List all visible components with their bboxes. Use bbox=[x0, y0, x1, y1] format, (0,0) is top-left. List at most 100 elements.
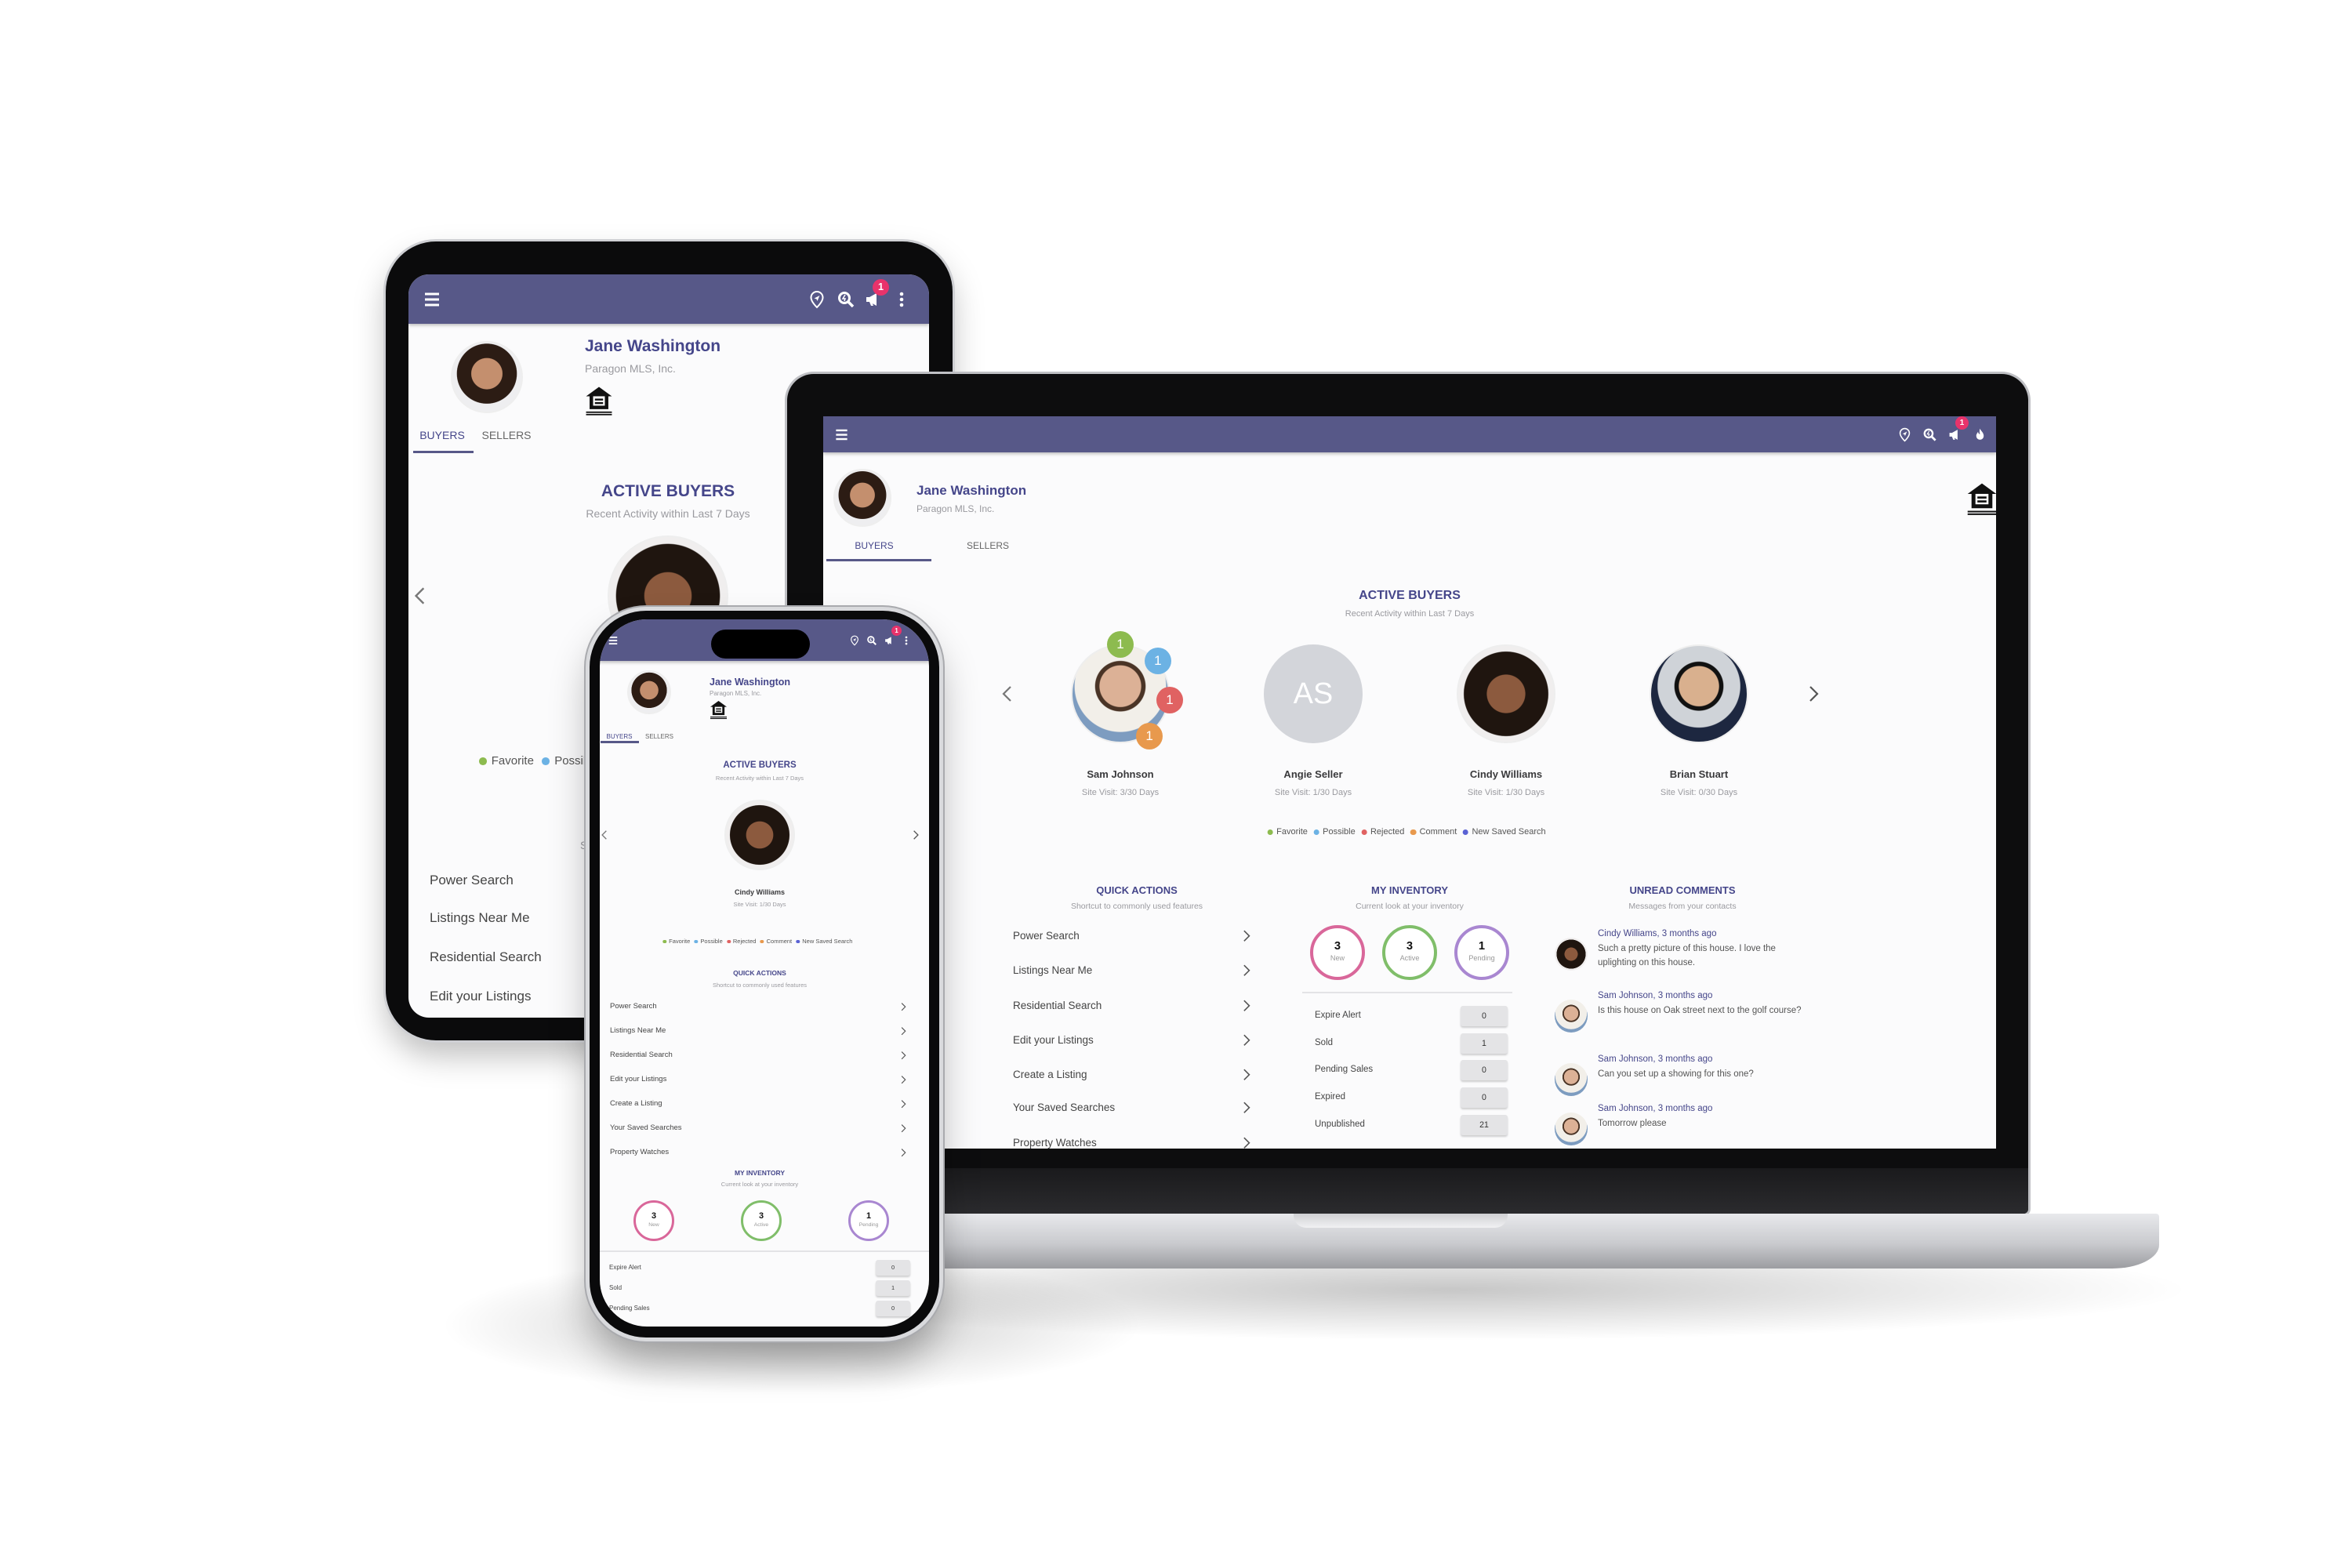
quick-action-label: Property Watches bbox=[610, 1148, 670, 1157]
legend-label: Comment bbox=[766, 938, 793, 945]
quick-action-label: Your Saved Searches bbox=[610, 1123, 682, 1133]
search-icon[interactable] bbox=[837, 290, 855, 309]
tab-sellers[interactable]: SELLERS bbox=[967, 540, 1009, 551]
legend-label: Favorite bbox=[491, 754, 534, 768]
comment-avatar bbox=[1555, 999, 1588, 1033]
inventory-count: 3 bbox=[758, 1210, 764, 1221]
quick-action-label: Power Search bbox=[430, 872, 514, 887]
buyer-avatar bbox=[724, 800, 795, 870]
user-avatar[interactable] bbox=[833, 469, 891, 527]
company-name: Paragon MLS, Inc. bbox=[710, 690, 762, 697]
inventory-title: MY INVENTORY bbox=[734, 1169, 786, 1177]
chevron-right-icon bbox=[898, 1051, 908, 1060]
inventory-row-value: 1 bbox=[876, 1280, 910, 1296]
inventory-circle-pending[interactable]: 1 Pending bbox=[848, 1200, 889, 1241]
location-pin-icon[interactable] bbox=[808, 290, 826, 309]
more-vert-icon[interactable] bbox=[892, 290, 911, 309]
menu-icon[interactable] bbox=[834, 427, 849, 442]
activity-legend: Favorite Possible Rejected Comment New Saved… bbox=[1267, 827, 1552, 837]
user-avatar[interactable] bbox=[451, 341, 523, 413]
legend-item: Possible bbox=[1313, 827, 1356, 837]
inventory-subtitle: Current look at your inventory bbox=[1356, 902, 1464, 911]
tab-buyers[interactable]: BUYERS bbox=[855, 540, 893, 551]
legend-label: Favorite bbox=[1276, 827, 1308, 837]
buyer-name: Angie Seller bbox=[1283, 768, 1343, 780]
fire-icon[interactable] bbox=[1973, 427, 1987, 442]
user-name: Jane Washington bbox=[916, 483, 1027, 498]
inventory-row-label: Sold bbox=[609, 1284, 622, 1292]
chevron-right-icon bbox=[1240, 1068, 1254, 1082]
search-icon[interactable] bbox=[866, 635, 877, 646]
legend-dot bbox=[727, 939, 731, 944]
legend-item: Rejected bbox=[727, 938, 756, 945]
quick-action-label: Listings Near Me bbox=[1013, 964, 1093, 976]
legend-dot bbox=[1410, 829, 1417, 835]
quick-action-label: Edit your Listings bbox=[610, 1075, 667, 1084]
chevron-right-icon bbox=[1240, 1033, 1254, 1047]
quick-actions-subtitle: Shortcut to commonly used features bbox=[1070, 902, 1203, 911]
inventory-row-label: Unpublished bbox=[1315, 1120, 1365, 1130]
inventory-row-value: 0 bbox=[876, 1301, 910, 1316]
user-name: Jane Washington bbox=[585, 337, 721, 355]
inventory-count: 3 bbox=[651, 1210, 657, 1221]
quick-actions-title: QUICK ACTIONS bbox=[1096, 884, 1178, 896]
quick-action-label: Power Search bbox=[1013, 929, 1080, 942]
buyer-name: Cindy Williams bbox=[1469, 768, 1543, 780]
inventory-circle-pending[interactable]: 1 Pending bbox=[1454, 925, 1509, 980]
chevron-left-icon[interactable] bbox=[410, 586, 430, 606]
legend-dot bbox=[1313, 829, 1319, 835]
tab-sellers[interactable]: SELLERS bbox=[481, 429, 531, 441]
activity-badge-rejected: 1 bbox=[1156, 687, 1183, 714]
buyer-name: Cindy Williams bbox=[735, 888, 785, 896]
app-header: 1 bbox=[408, 274, 929, 324]
buyer-site-visit: Site Visit: 1/30 Days bbox=[1467, 788, 1545, 797]
chevron-right-icon bbox=[898, 1148, 908, 1157]
notification-badge: 1 bbox=[891, 626, 902, 636]
chevron-right-icon bbox=[898, 1075, 908, 1084]
quick-action-label: Power Search bbox=[610, 1002, 657, 1011]
comment-text: Can you set up a showing for this one? bbox=[1598, 1069, 1754, 1080]
inventory-count-label: New bbox=[648, 1221, 659, 1228]
inventory-circle-new[interactable]: 3 New bbox=[1310, 925, 1365, 980]
tab-buyers[interactable]: BUYERS bbox=[607, 733, 633, 740]
more-vert-icon[interactable] bbox=[901, 635, 912, 646]
tab-sellers[interactable]: SELLERS bbox=[645, 733, 673, 740]
inventory-row-label: Pending Sales bbox=[609, 1305, 650, 1312]
location-pin-icon[interactable] bbox=[849, 635, 860, 646]
chevron-right-icon bbox=[1240, 1101, 1254, 1115]
search-icon[interactable] bbox=[1922, 427, 1937, 442]
legend-dot bbox=[760, 939, 764, 944]
megaphone-icon[interactable] bbox=[884, 635, 895, 646]
inventory-row-value: 0 bbox=[876, 1260, 910, 1276]
menu-icon[interactable] bbox=[423, 290, 441, 309]
inventory-circle-new[interactable]: 3 New bbox=[633, 1200, 674, 1241]
tab-buyers[interactable]: BUYERS bbox=[419, 429, 465, 441]
inventory-title: MY INVENTORY bbox=[1370, 884, 1449, 896]
legend-item: New Saved Search bbox=[1462, 827, 1546, 837]
buyer-name: Sam Johnson bbox=[1087, 768, 1154, 780]
comments-subtitle: Messages from your contacts bbox=[1628, 902, 1737, 911]
location-pin-icon[interactable] bbox=[1897, 427, 1912, 442]
legend-label: Favorite bbox=[669, 938, 691, 945]
comment-author-time: Sam Johnson, 3 months ago bbox=[1598, 991, 1713, 1000]
buyer-site-visit: Site Visit: 1/30 Days bbox=[1274, 788, 1352, 797]
chevron-right-icon[interactable] bbox=[910, 829, 921, 840]
inventory-count-label: Active bbox=[1399, 954, 1420, 963]
active-buyers-title: ACTIVE BUYERS bbox=[601, 482, 735, 500]
inventory-row-value: 21 bbox=[1461, 1115, 1508, 1135]
menu-icon[interactable] bbox=[608, 635, 619, 646]
inventory-circle-active[interactable]: 3 Active bbox=[1382, 925, 1437, 980]
inventory-divider bbox=[600, 1250, 929, 1252]
comment-author-time: Cindy Williams, 3 months ago bbox=[1598, 929, 1717, 938]
buyer-site-visit: Site Visit: 1/30 Days bbox=[733, 901, 786, 908]
legend-dot bbox=[694, 939, 699, 944]
chevron-left-icon[interactable] bbox=[600, 829, 610, 840]
active-buyers-subtitle: Recent Activity within Last 7 Days bbox=[715, 775, 804, 782]
user-avatar[interactable] bbox=[627, 670, 671, 714]
chevron-left-icon[interactable] bbox=[998, 684, 1017, 703]
app-header: 1 bbox=[823, 416, 1996, 452]
chevron-right-icon[interactable] bbox=[1804, 684, 1823, 703]
camera-island bbox=[711, 630, 810, 659]
legend-item: Favorite bbox=[662, 938, 690, 945]
inventory-circle-active[interactable]: 3 Active bbox=[741, 1200, 782, 1241]
